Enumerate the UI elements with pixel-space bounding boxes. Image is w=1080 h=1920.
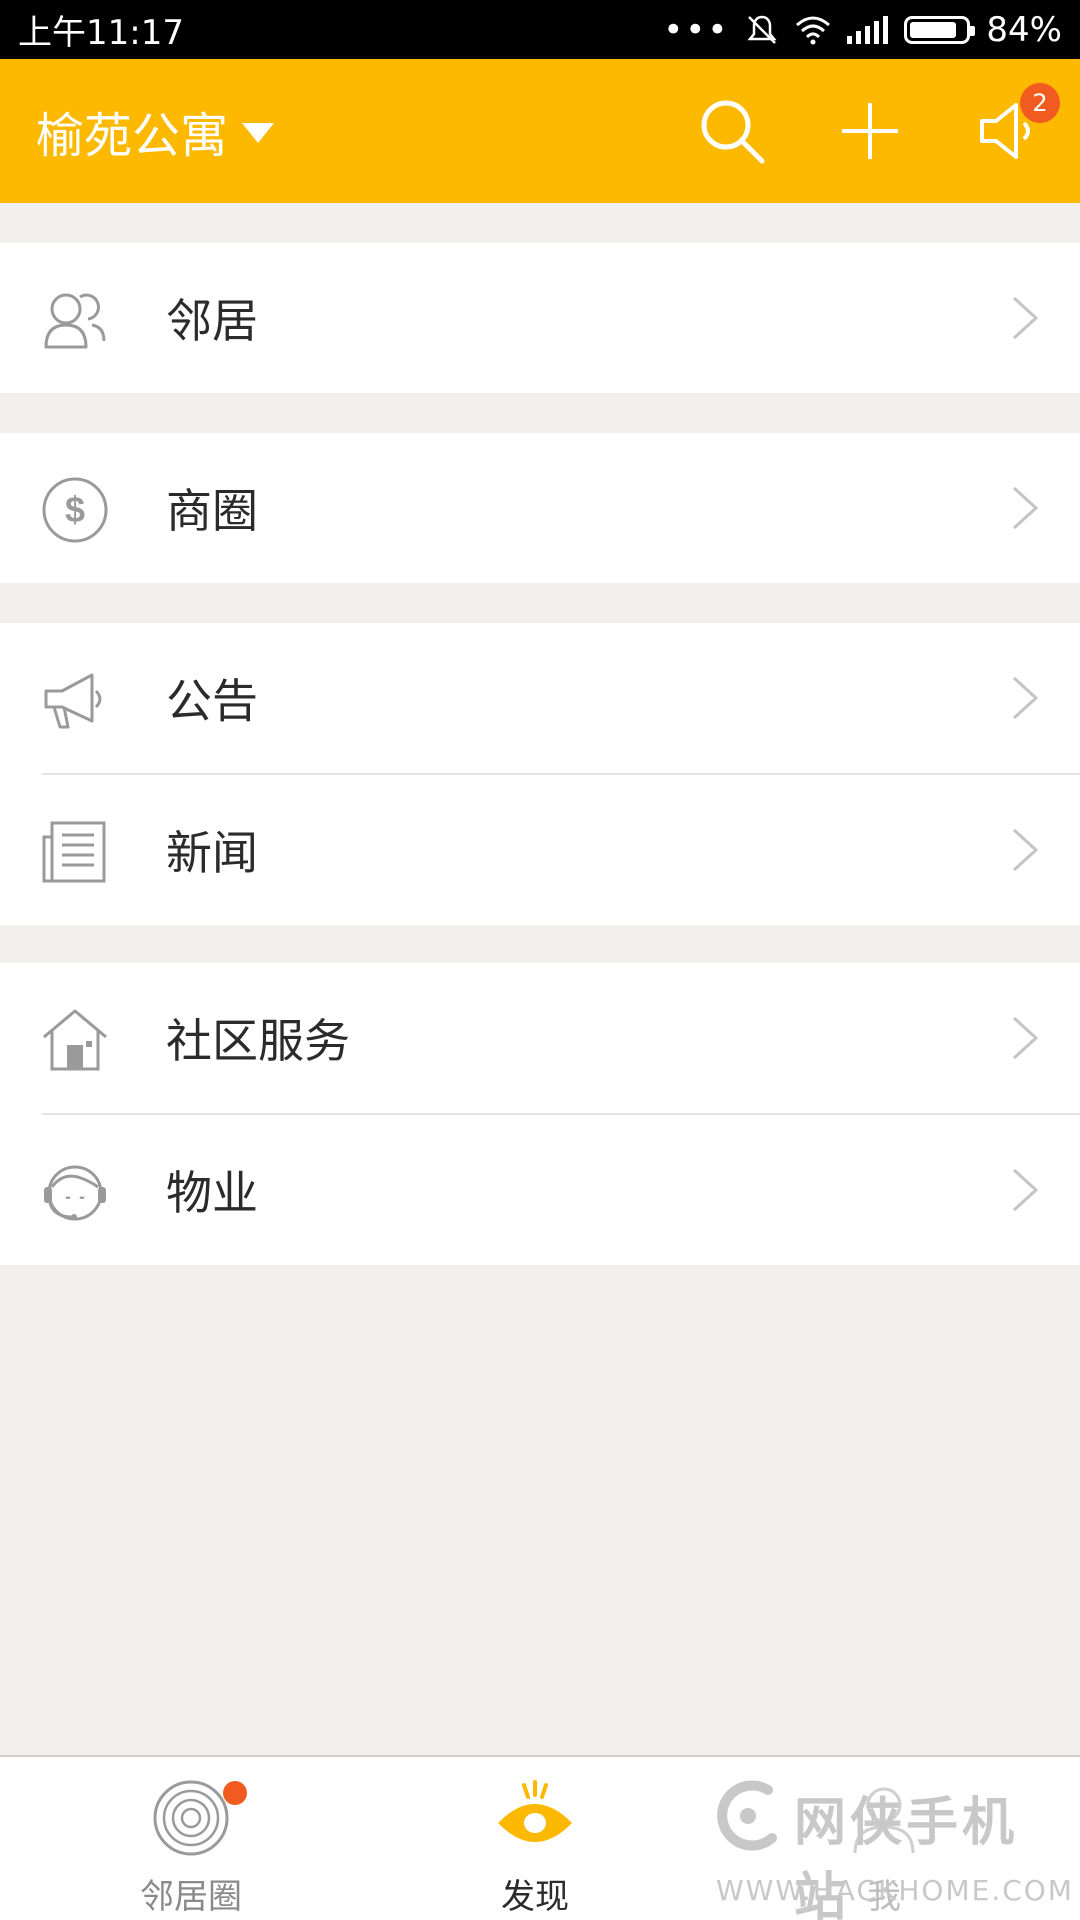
chevron-right-icon xyxy=(1012,1168,1039,1212)
menu-item-label: 邻居 xyxy=(166,294,258,348)
tab-label: 邻居圈 xyxy=(140,1877,242,1917)
neighbors-icon xyxy=(44,293,106,349)
tab-label: 发现 xyxy=(501,1877,569,1917)
community-selector[interactable]: 榆苑公寓 xyxy=(36,96,275,166)
house-icon xyxy=(43,1009,107,1071)
person-icon xyxy=(853,1787,915,1854)
wifi-icon xyxy=(796,16,831,44)
menu-group-info: 公告 新闻 xyxy=(0,623,1080,925)
status-bar: 上午11:17 ••• 84% xyxy=(0,0,1080,59)
more-dots-icon: ••• xyxy=(663,9,730,50)
chevron-right-icon xyxy=(1012,296,1039,340)
plus-icon xyxy=(842,103,898,159)
tab-me[interactable]: 我 xyxy=(784,1757,984,1920)
chevron-right-icon xyxy=(1012,486,1039,530)
community-name: 榆苑公寓 xyxy=(36,108,229,164)
status-time: 上午11:17 xyxy=(18,13,184,53)
chevron-right-icon xyxy=(1012,828,1039,872)
headset-agent-icon xyxy=(44,1165,106,1221)
header-actions: 2 xyxy=(696,83,1060,167)
menu-item-label: 社区服务 xyxy=(166,1014,350,1068)
dollar-coin-icon: $ xyxy=(42,477,108,543)
menu-item-label: 物业 xyxy=(166,1166,258,1220)
chevron-right-icon xyxy=(1012,1016,1039,1060)
svg-text:$: $ xyxy=(65,489,85,530)
eye-icon xyxy=(498,1780,572,1842)
menu-group-services: 社区服务 物业 xyxy=(0,963,1080,1265)
bottom-navigation: 邻居圈 发现 我 xyxy=(0,1755,1080,1920)
signal-icon xyxy=(847,15,889,44)
tab-neighbor-circle[interactable]: 邻居圈 xyxy=(91,1757,291,1920)
add-button[interactable] xyxy=(834,95,906,167)
tab-label: 我 xyxy=(867,1877,901,1917)
notification-badge: 2 xyxy=(1020,83,1060,123)
menu-group-neighbors: 邻居 xyxy=(0,243,1080,393)
menu-item-announcements[interactable]: 公告 xyxy=(0,623,1080,773)
status-icons: ••• 84% xyxy=(663,10,1062,50)
new-activity-dot xyxy=(223,1781,247,1805)
top-app-bar: 榆苑公寓 2 xyxy=(0,59,1080,203)
menu-item-label: 新闻 xyxy=(166,826,258,880)
notifications-button[interactable]: 2 xyxy=(972,83,1060,167)
search-icon xyxy=(701,100,765,164)
menu-item-business-circle[interactable]: $ 商圈 xyxy=(0,433,1080,583)
newspaper-icon xyxy=(42,821,106,883)
menu-item-property[interactable]: 物业 xyxy=(0,1115,1080,1265)
ripple-circle-icon xyxy=(153,1780,229,1856)
menu-item-news[interactable]: 新闻 xyxy=(0,775,1080,925)
menu-item-community-services[interactable]: 社区服务 xyxy=(0,963,1080,1113)
battery-percent: 84% xyxy=(986,9,1062,50)
menu-item-neighbors[interactable]: 邻居 xyxy=(0,243,1080,393)
menu-group-business: $ 商圈 xyxy=(0,433,1080,583)
menu-item-label: 商圈 xyxy=(166,484,258,538)
search-button[interactable] xyxy=(696,95,768,167)
mute-bell-icon xyxy=(747,15,778,44)
chevron-right-icon xyxy=(1012,676,1039,720)
tab-discover[interactable]: 发现 xyxy=(435,1757,635,1920)
megaphone-icon xyxy=(44,673,102,729)
discover-screen: 上午11:17 ••• 84% 榆苑公寓 2 邻居 $ 商圈 公告 新闻 社区服… xyxy=(0,0,1080,1920)
dropdown-caret-icon xyxy=(242,123,275,143)
battery-icon xyxy=(904,15,976,44)
menu-item-label: 公告 xyxy=(166,674,258,728)
